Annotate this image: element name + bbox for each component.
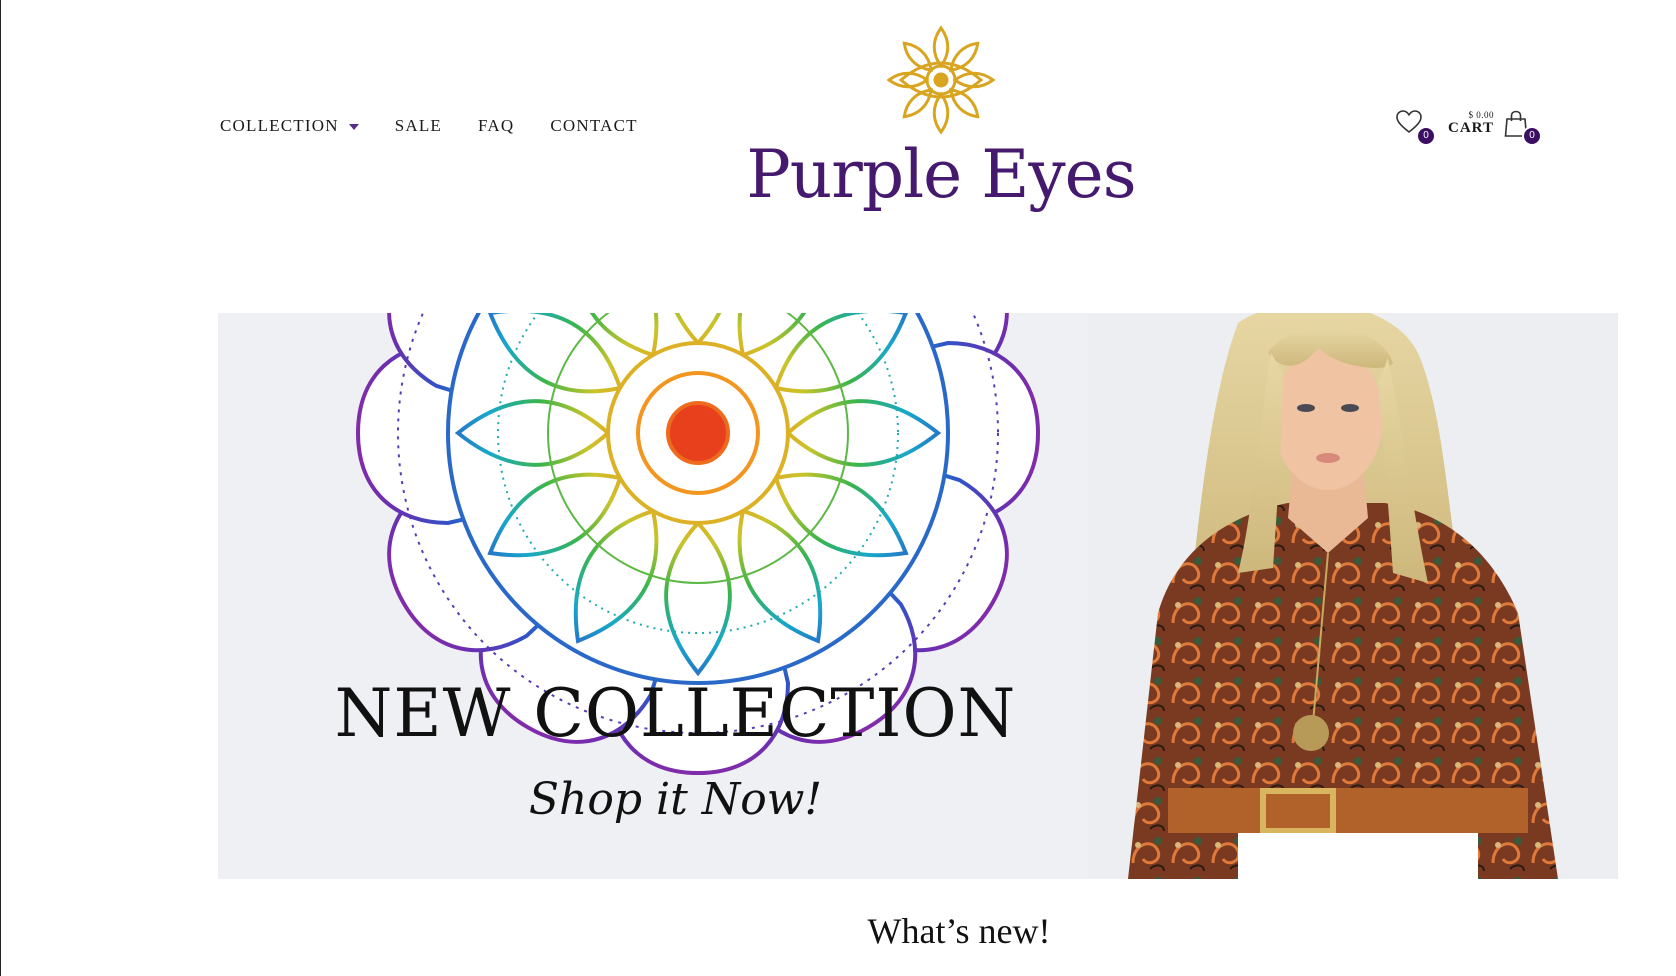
wishlist-count-badge: 0 bbox=[1418, 128, 1435, 144]
section-title: What’s new! bbox=[867, 911, 1051, 951]
nav-item-faq[interactable]: FAQ bbox=[478, 116, 514, 136]
brand-name: Purple Eyes bbox=[746, 136, 1136, 213]
mannequin-paisley-blouse-image bbox=[1088, 313, 1618, 879]
cart-label: CART bbox=[1448, 120, 1494, 136]
nav-item-label: FAQ bbox=[478, 116, 515, 135]
nav-item-label: SALE bbox=[394, 116, 443, 135]
main-nav: COLLECTION SALE FAQ CONTACT bbox=[220, 116, 674, 136]
chevron-down-icon[interactable] bbox=[348, 123, 359, 130]
header-actions: 0 $ 0.00 CART 0 bbox=[1396, 110, 1540, 144]
nav-item-label: CONTACT bbox=[550, 116, 638, 135]
nav-item-sale[interactable]: SALE bbox=[395, 116, 442, 136]
nav-item-collection[interactable]: COLLECTION bbox=[220, 116, 359, 136]
cart-button[interactable]: $ 0.00 CART 0 bbox=[1448, 110, 1540, 144]
nav-item-contact[interactable]: CONTACT bbox=[550, 116, 637, 136]
hero-headline: NEW COLLECTION bbox=[334, 675, 1017, 752]
page: COLLECTION SALE FAQ CONTACT Purple Eyes … bbox=[0, 0, 1676, 976]
wishlist-button[interactable]: 0 bbox=[1396, 110, 1435, 144]
heart-icon bbox=[1396, 110, 1422, 134]
cart-total: $ 0.00 bbox=[1468, 110, 1494, 120]
cart-count-badge: 0 bbox=[1524, 128, 1540, 144]
hero-subline: Shop it Now! bbox=[528, 774, 823, 825]
mandala-eye-icon bbox=[887, 25, 995, 134]
hero-banner[interactable]: NEW COLLECTION Shop it Now! bbox=[218, 313, 1618, 879]
nav-item-label: COLLECTION bbox=[220, 116, 339, 135]
brand-logo[interactable]: Purple Eyes bbox=[741, 22, 1141, 227]
